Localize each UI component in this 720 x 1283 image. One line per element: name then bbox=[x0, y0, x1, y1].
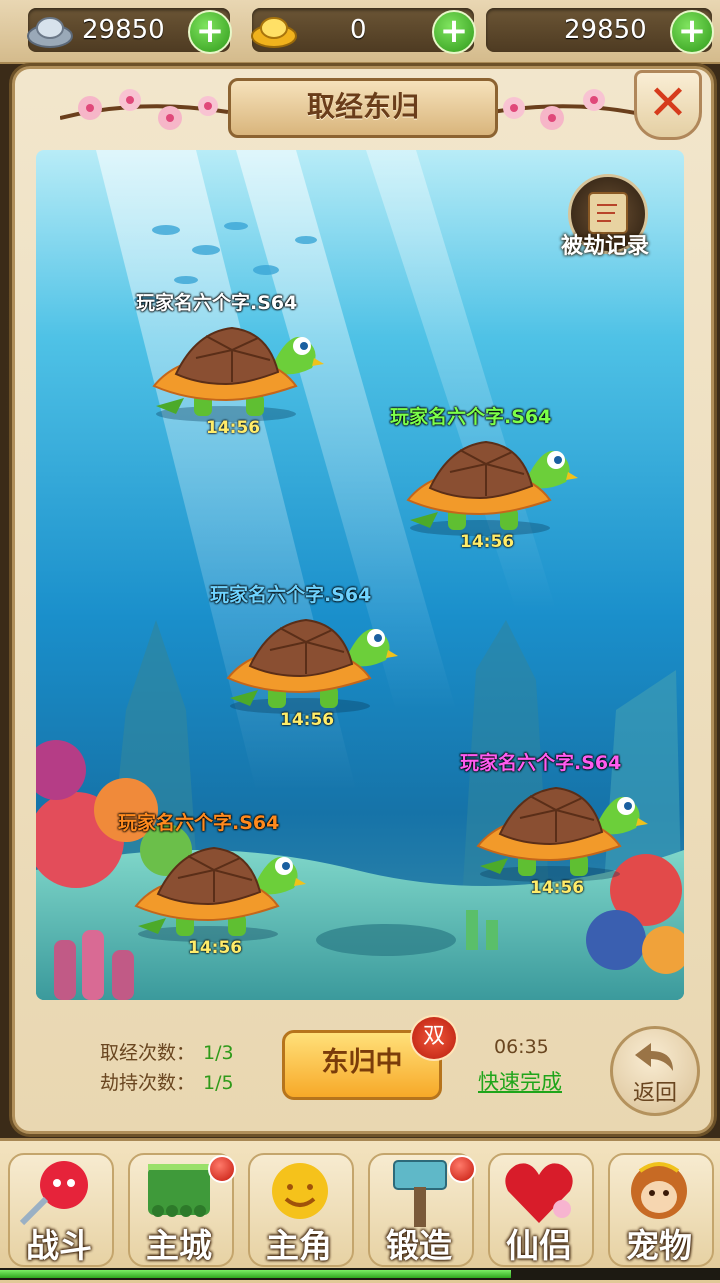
rob-count-value: 1/5 bbox=[203, 1072, 234, 1094]
turtle-sprite bbox=[476, 786, 648, 882]
fetch-count: 取经次数： 1/3 bbox=[100, 1038, 234, 1065]
turtle-timer: 14:56 bbox=[280, 710, 335, 730]
nav-label: 战斗 bbox=[26, 1226, 92, 1265]
nav-battle[interactable]: 战斗 bbox=[2, 1145, 116, 1273]
nav-city[interactable]: 主城 bbox=[122, 1145, 236, 1273]
close-button[interactable]: ✕ bbox=[634, 70, 702, 140]
currency-bar: 29850 + 0 + 29850 + bbox=[0, 0, 720, 64]
nav-label: 仙侣 bbox=[506, 1226, 572, 1265]
silver-value: 29850 bbox=[82, 15, 165, 45]
turtle-timer: 14:56 bbox=[460, 532, 515, 552]
nav-label: 主角 bbox=[266, 1226, 332, 1265]
quick-finish-link[interactable]: 快速完成 bbox=[478, 1066, 562, 1096]
rob-count-label: 劫持次数： bbox=[100, 1072, 196, 1094]
turtle-timer: 14:56 bbox=[206, 418, 261, 438]
turtle-timer: 14:56 bbox=[188, 938, 243, 958]
turtle-timer: 14:56 bbox=[530, 878, 585, 898]
turtle-sprite bbox=[134, 846, 306, 942]
add-silver-button[interactable]: + bbox=[188, 10, 232, 54]
back-arrow-icon bbox=[635, 1043, 673, 1071]
silver-ingot-icon bbox=[27, 17, 73, 48]
nav-label: 宠物 bbox=[626, 1226, 692, 1265]
experience-fill bbox=[0, 1270, 512, 1278]
notification-dot bbox=[448, 1155, 476, 1183]
nav-label: 主城 bbox=[146, 1226, 212, 1265]
close-icon: ✕ bbox=[647, 75, 689, 131]
back-button[interactable]: 返回 bbox=[610, 1026, 700, 1116]
back-label: 返回 bbox=[632, 1081, 677, 1106]
robbed-record-label: 被劫记录 bbox=[560, 234, 649, 259]
pet-icon bbox=[631, 1162, 687, 1219]
third-currency: 29850 + bbox=[486, 8, 714, 54]
nav-hero[interactable]: 主角 bbox=[242, 1145, 356, 1273]
fetch-count-value: 1/3 bbox=[203, 1042, 234, 1064]
battle-icon bbox=[19, 1161, 88, 1226]
flower-decoration-left bbox=[60, 89, 229, 130]
robbed-record-button[interactable]: 被劫记录 bbox=[552, 174, 658, 264]
nav-forge[interactable]: 锻造 bbox=[362, 1145, 476, 1273]
countdown-timer: 06:35 bbox=[494, 1036, 549, 1058]
silver-currency: 29850 + bbox=[27, 8, 232, 54]
companion-icon bbox=[505, 1163, 573, 1223]
gold-value: 0 bbox=[350, 15, 367, 45]
notification-dot bbox=[208, 1155, 236, 1183]
gold-currency: 0 + bbox=[251, 8, 476, 54]
add-third-button[interactable]: + bbox=[670, 10, 714, 54]
hero-icon bbox=[272, 1163, 328, 1219]
page-title: 取经东归 bbox=[228, 78, 498, 138]
rob-count: 劫持次数： 1/5 bbox=[100, 1068, 234, 1095]
third-value: 29850 bbox=[564, 15, 647, 45]
turtle-sprite bbox=[406, 440, 578, 536]
add-gold-button[interactable]: + bbox=[432, 10, 476, 54]
gold-ingot-icon bbox=[251, 17, 297, 48]
experience-bar bbox=[0, 1268, 720, 1280]
double-reward-badge: 双 bbox=[410, 1015, 458, 1061]
nav-label: 锻造 bbox=[386, 1226, 452, 1265]
fetch-count-label: 取经次数： bbox=[100, 1042, 196, 1064]
nav-companion[interactable]: 仙侣 bbox=[482, 1145, 596, 1273]
turtle-sprite bbox=[152, 326, 324, 422]
bottom-nav: 战斗 主城 主角 锻造 仙侣 宠物 bbox=[0, 1138, 720, 1283]
nav-pet[interactable]: 宠物 bbox=[602, 1145, 716, 1273]
turtle-sprite bbox=[226, 618, 398, 714]
